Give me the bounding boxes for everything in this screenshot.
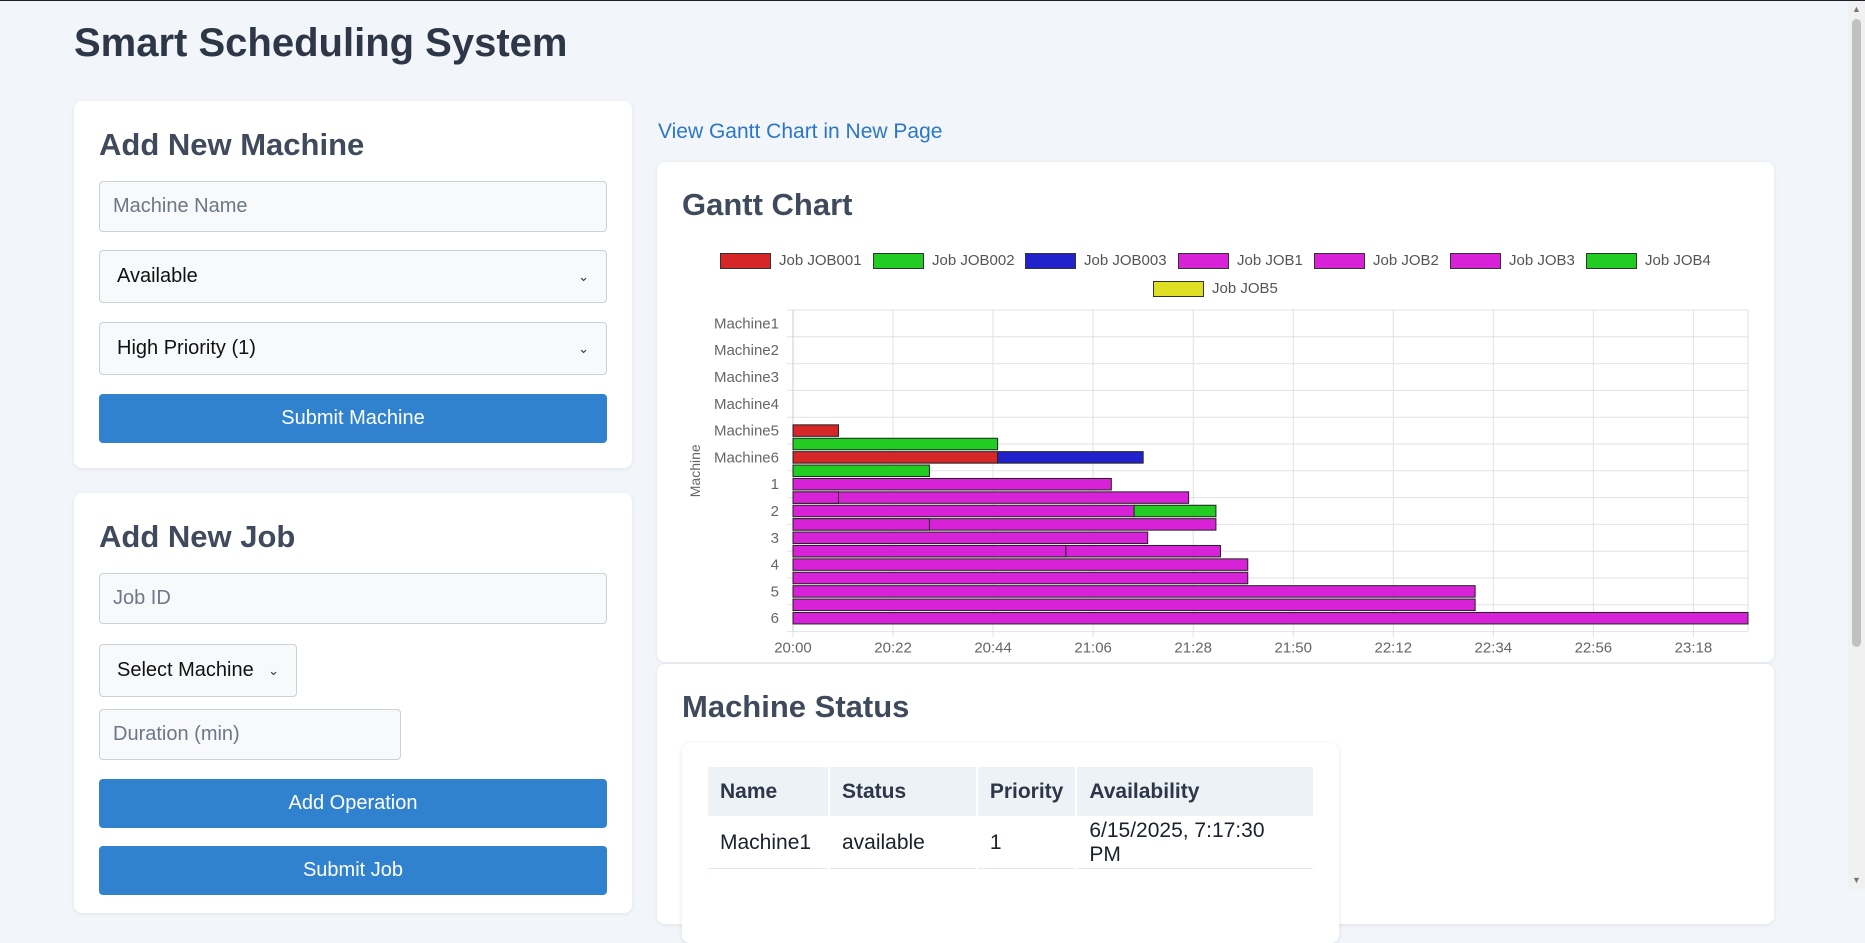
- legend-label: Job JOB3: [1509, 252, 1575, 269]
- legend-swatch: [1025, 252, 1076, 269]
- column-header-status: Status: [829, 767, 976, 816]
- machine-priority-select[interactable]: High Priority (1) ⌄: [99, 322, 607, 375]
- legend-item[interactable]: Job JOB4: [1586, 252, 1711, 269]
- column-header-name: Name: [708, 767, 828, 816]
- add-job-card: Add New Job Select Machine ⌄ Add Operati…: [74, 493, 632, 913]
- legend-swatch: [1178, 252, 1229, 269]
- job-machine-select[interactable]: Select Machine ⌄: [99, 644, 297, 697]
- legend-item[interactable]: Job JOB5: [1153, 280, 1278, 297]
- gantt-heading: Gantt Chart: [682, 187, 853, 222]
- legend-swatch: [1450, 252, 1501, 269]
- machine-status-card: Machine Status Name Status Priority Avai…: [657, 664, 1774, 943]
- scroll-thumb[interactable]: [1852, 19, 1861, 647]
- job-id-input[interactable]: [99, 573, 607, 624]
- column-header-priority: Priority: [977, 767, 1076, 816]
- chevron-down-icon: ⌄: [578, 268, 589, 284]
- scroll-up-icon[interactable]: ▲: [1852, 4, 1861, 14]
- add-job-heading: Add New Job: [99, 519, 296, 554]
- add-machine-heading: Add New Machine: [99, 127, 365, 162]
- legend-item[interactable]: Job JOB001: [720, 252, 862, 269]
- add-operation-button[interactable]: Add Operation: [99, 779, 607, 828]
- legend-item[interactable]: Job JOB1: [1178, 252, 1303, 269]
- table-row: Machine1 available 1 6/15/2025, 7:17:30 …: [708, 818, 1313, 869]
- legend-swatch: [1586, 252, 1637, 269]
- legend-item[interactable]: Job JOB003: [1025, 252, 1167, 269]
- machine-status-table: Name Status Priority Availability Machin…: [706, 765, 1315, 871]
- gantt-card: Gantt Chart: [657, 162, 1774, 662]
- legend-item[interactable]: Job JOB3: [1450, 252, 1575, 269]
- legend-label: Job JOB002: [932, 252, 1015, 269]
- machine-status-heading: Machine Status: [682, 689, 910, 724]
- page-scrollbar[interactable]: ▲ ▼: [1848, 1, 1865, 889]
- column-header-availability: Availability: [1077, 767, 1313, 816]
- legend-label: Job JOB001: [779, 252, 862, 269]
- cell-priority: 1: [977, 818, 1076, 869]
- machine-status-value: Available: [117, 265, 198, 287]
- table-header-row: Name Status Priority Availability: [708, 767, 1313, 816]
- cell-availability: 6/15/2025, 7:17:30 PM: [1077, 818, 1313, 869]
- legend-swatch: [720, 252, 771, 269]
- machine-priority-value: High Priority (1): [117, 337, 256, 359]
- legend-label: Job JOB003: [1084, 252, 1167, 269]
- machine-status-table-wrapper: Name Status Priority Availability Machin…: [682, 743, 1339, 943]
- legend-swatch: [873, 252, 924, 269]
- machine-status-select[interactable]: Available ⌄: [99, 250, 607, 303]
- legend-swatch: [1314, 252, 1365, 269]
- view-gantt-link[interactable]: View Gantt Chart in New Page: [658, 120, 942, 144]
- duration-input[interactable]: [99, 709, 401, 760]
- legend-label: Job JOB2: [1373, 252, 1439, 269]
- legend-item[interactable]: Job JOB002: [873, 252, 1015, 269]
- machine-name-input[interactable]: [99, 181, 607, 232]
- legend-label: Job JOB1: [1237, 252, 1303, 269]
- legend-item[interactable]: Job JOB2: [1314, 252, 1439, 269]
- chevron-down-icon: ⌄: [268, 662, 279, 678]
- cell-status: available: [829, 818, 976, 869]
- page-title: Smart Scheduling System: [74, 21, 568, 65]
- add-machine-card: Add New Machine Available ⌄ High Priorit…: [74, 101, 632, 468]
- job-machine-value: Select Machine: [117, 659, 254, 681]
- legend-label: Job JOB4: [1645, 252, 1711, 269]
- chevron-down-icon: ⌄: [578, 340, 589, 356]
- cell-name: Machine1: [708, 818, 828, 869]
- legend-swatch: [1153, 280, 1204, 297]
- scroll-down-icon[interactable]: ▼: [1852, 875, 1861, 885]
- submit-machine-button[interactable]: Submit Machine: [99, 394, 607, 443]
- legend-label: Job JOB5: [1212, 280, 1278, 297]
